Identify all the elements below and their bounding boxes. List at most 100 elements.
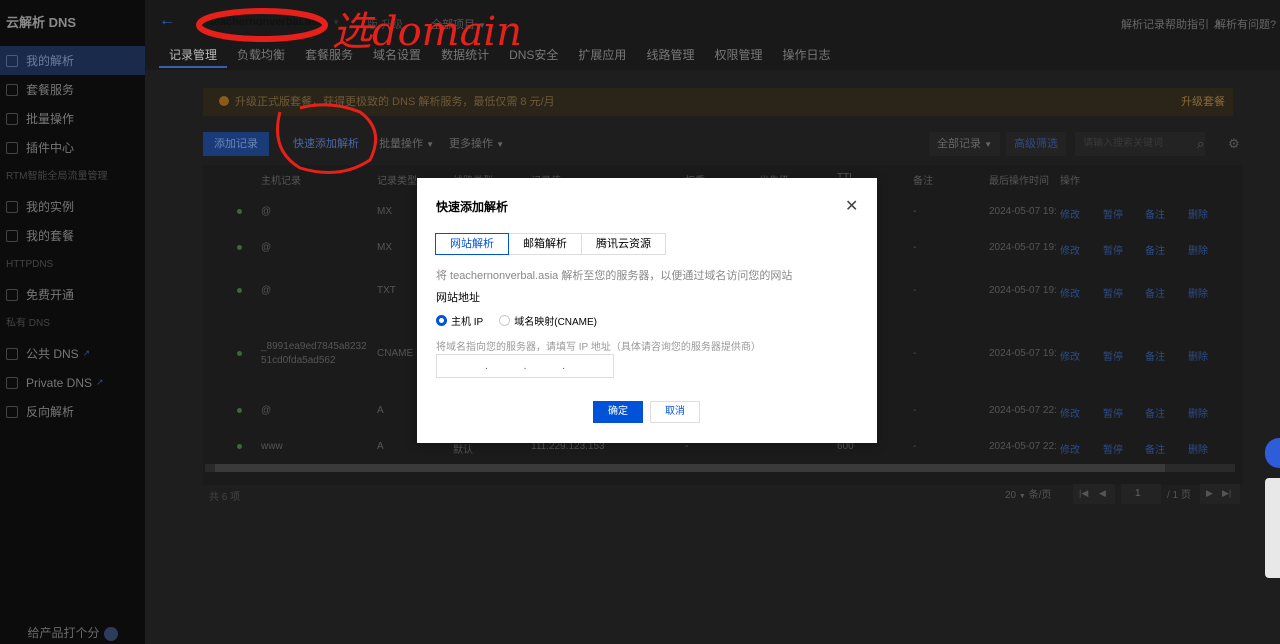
close-icon[interactable]: ✕ <box>845 196 858 216</box>
page-size-select[interactable]: 20 ▼ 条/页 <box>1005 486 1051 501</box>
delete-link[interactable]: 删除 <box>1188 405 1208 420</box>
last-page-icon[interactable]: ▶| <box>1222 488 1231 499</box>
confirm-button[interactable]: 确定 <box>593 401 643 423</box>
search-icon[interactable]: ⌕ <box>1197 136 1204 152</box>
tab-domain-settings[interactable]: 域名设置 <box>363 46 431 68</box>
pause-link[interactable]: 暂停 <box>1103 348 1123 363</box>
sidebar-item-free-open[interactable]: 免费开通 <box>0 280 145 309</box>
tab-packages[interactable]: 套餐服务 <box>295 46 363 68</box>
tab-dns-security[interactable]: DNS安全 <box>499 46 568 68</box>
main-tabs: 记录管理 负载均衡 套餐服务 域名设置 数据统计 DNS安全 扩展应用 线路管理… <box>159 46 840 68</box>
record-time: 2024-05-07 19: <box>989 285 1057 296</box>
record-type: MX <box>377 206 392 217</box>
edit-link[interactable]: 修改 <box>1060 242 1080 257</box>
edit-link[interactable]: 修改 <box>1060 348 1080 363</box>
help-guide-link[interactable]: 解析记录帮助指引 ↗ <box>1121 16 1221 32</box>
delete-link[interactable]: 删除 <box>1188 285 1208 300</box>
sidebar-item-instances[interactable]: 我的实例 <box>0 192 145 221</box>
tab-records[interactable]: 记录管理 <box>159 46 228 68</box>
tab-email[interactable]: 邮箱解析 <box>508 233 582 255</box>
cancel-button[interactable]: 取消 <box>650 401 700 423</box>
sidebar-item-packages[interactable]: 套餐服务 <box>0 75 145 104</box>
pause-link[interactable]: 暂停 <box>1103 242 1123 257</box>
feedback-button[interactable]: 给产品打个分 <box>0 622 145 644</box>
delete-link[interactable]: 删除 <box>1188 441 1208 456</box>
next-page-icon[interactable]: ▶ <box>1206 488 1213 499</box>
chevron-down-icon: ▼ <box>984 140 992 149</box>
tab-extensions[interactable]: 扩展应用 <box>568 46 636 68</box>
remark-link[interactable]: 备注 <box>1145 405 1165 420</box>
feedback-icon <box>103 626 118 641</box>
sidebar-item-my-dns[interactable]: 我的解析 <box>0 46 145 75</box>
sidebar-item-my-packages[interactable]: 我的套餐 <box>0 221 145 250</box>
edit-link[interactable]: 修改 <box>1060 405 1080 420</box>
upgrade-package-link[interactable]: 升级套餐 <box>1181 88 1225 116</box>
tab-logs[interactable]: 操作日志 <box>772 46 840 68</box>
more-ops-dropdown[interactable]: 更多操作 ▼ <box>449 132 504 156</box>
horizontal-scrollbar[interactable] <box>205 464 1235 472</box>
remark-link[interactable]: 备注 <box>1145 348 1165 363</box>
sidebar-section-rtm: RTM智能全局流量管理 <box>6 171 108 182</box>
search-input[interactable]: 请输入搜索关键词 <box>1075 132 1205 156</box>
edit-link[interactable]: 修改 <box>1060 441 1080 456</box>
first-page-icon[interactable]: |◀ <box>1079 488 1088 499</box>
record-time: 2024-05-07 22: <box>989 441 1057 452</box>
remark-link[interactable]: 备注 <box>1145 206 1165 221</box>
batch-ops-dropdown[interactable]: 批量操作 ▼ <box>379 132 434 156</box>
domain-selector[interactable]: teachernonverbal.asia ▼ <box>210 16 340 28</box>
prev-page-icon[interactable]: ◀ <box>1099 488 1106 499</box>
tab-load-balance[interactable]: 负载均衡 <box>227 46 295 68</box>
sidebar-section-httpdns: HTTPDNS <box>6 259 54 270</box>
tab-tencent-resource[interactable]: 腾讯云资源 <box>581 233 666 255</box>
website-address-label: 网站地址 <box>436 292 480 304</box>
edit-link[interactable]: 修改 <box>1060 285 1080 300</box>
pause-link[interactable]: 暂停 <box>1103 441 1123 456</box>
edit-link[interactable]: 修改 <box>1060 206 1080 221</box>
page-input[interactable]: 1 <box>1121 484 1161 504</box>
delete-link[interactable]: 删除 <box>1188 348 1208 363</box>
remark-link[interactable]: 备注 <box>1145 242 1165 257</box>
first-prev-buttons[interactable]: |◀ ◀ <box>1073 484 1115 504</box>
page-size-unit: 条/页 <box>1028 490 1052 501</box>
all-records-select[interactable]: 全部记录 ▼ <box>929 132 1000 156</box>
record-remark: - <box>913 206 917 217</box>
remark-link[interactable]: 备注 <box>1145 285 1165 300</box>
upgrade-link[interactable]: 升级 <box>381 19 403 31</box>
sidebar-item-reverse[interactable]: 反向解析 <box>0 397 145 426</box>
advanced-filter-button[interactable]: 高级筛选 <box>1006 132 1066 156</box>
radio-cname[interactable]: 域名映射(CNAME) <box>499 313 597 328</box>
delete-link[interactable]: 删除 <box>1188 206 1208 221</box>
tab-lines[interactable]: 线路管理 <box>636 46 704 68</box>
gear-icon[interactable]: ⚙ <box>1228 136 1240 152</box>
remark-link[interactable]: 备注 <box>1145 441 1165 456</box>
more-label: 更多操作 <box>449 138 493 150</box>
next-last-buttons[interactable]: ▶ ▶| <box>1200 484 1240 504</box>
record-time: 2024-05-07 19: <box>989 242 1057 253</box>
delete-link[interactable]: 删除 <box>1188 242 1208 257</box>
quick-add-button[interactable]: 快速添加解析 <box>293 132 359 156</box>
radio-label: 域名映射(CNAME) <box>514 317 598 328</box>
scrollbar-thumb[interactable] <box>215 464 1165 472</box>
col-type[interactable]: 记录类型 <box>377 172 417 187</box>
record-remark: - <box>913 405 917 416</box>
ip-address-input[interactable]: . . . <box>436 354 614 378</box>
pause-link[interactable]: 暂停 <box>1103 206 1123 221</box>
sidebar-item-batch[interactable]: 批量操作 <box>0 104 145 133</box>
tab-stats[interactable]: 数据统计 <box>431 46 499 68</box>
sidebar-item-public-dns[interactable]: 公共 DNS ↗ <box>0 339 145 368</box>
tab-website[interactable]: 网站解析 <box>435 233 509 255</box>
add-record-button[interactable]: 添加记录 <box>203 132 269 156</box>
sidebar-item-plugins[interactable]: 插件中心 <box>0 133 145 162</box>
back-arrow-icon[interactable]: ← <box>159 12 175 30</box>
tab-permissions[interactable]: 权限管理 <box>704 46 772 68</box>
radio-host-ip[interactable]: 主机 IP <box>436 313 483 328</box>
col-host[interactable]: 主机记录 <box>261 172 301 187</box>
record-type: CNAME <box>377 348 414 359</box>
pause-link[interactable]: 暂停 <box>1103 405 1123 420</box>
pause-link[interactable]: 暂停 <box>1103 285 1123 300</box>
chevron-down-icon: ▼ <box>496 140 504 149</box>
help-question-link[interactable]: 解析有问题? <box>1215 16 1276 32</box>
float-toolbar[interactable] <box>1265 478 1280 578</box>
sidebar-item-private-dns[interactable]: Private DNS ↗ <box>0 368 145 397</box>
project-selector[interactable]: 全部项目 ▼ <box>431 16 486 32</box>
